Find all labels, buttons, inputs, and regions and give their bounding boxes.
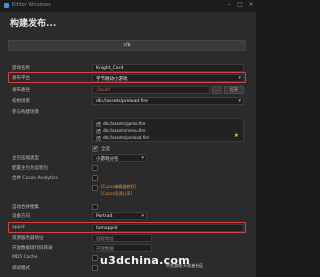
scene-checkbox[interactable] xyxy=(96,128,101,134)
scene-list: db://assets/game.fire db://assets/menu.f… xyxy=(92,118,244,142)
field-included-scenes: 参与构建场景 xyxy=(12,110,39,115)
compression-type-select[interactable]: 小游戏分包 ▾ xyxy=(92,154,147,162)
links-checkbox[interactable] xyxy=(92,185,98,191)
remote-server-input[interactable]: 远程地址 xyxy=(92,234,152,242)
field-game-name: 游戏名称 Knight_Card xyxy=(12,64,244,72)
start-scene-select[interactable]: db://assets/preload.fire ▾ xyxy=(92,97,244,105)
watermark-subtitle: 中文游戏·开发者社区 xyxy=(166,263,204,268)
tab-cfb[interactable]: cfb xyxy=(9,43,245,48)
field-remote-server: 资源服务器地址 远程地址 xyxy=(12,234,244,242)
build-path-input[interactable]: ./build xyxy=(92,86,210,94)
page-title: 构建发布... xyxy=(10,19,57,29)
watermark: u3dchina.com 中文游戏·开发者社区 xyxy=(0,250,256,277)
field-appid: appid tomappid xyxy=(12,224,244,232)
platform-tab-bar: cfb xyxy=(8,40,246,51)
field-remote-package: 配置主包为远程包 xyxy=(12,164,244,172)
orientation-select[interactable]: Portrait ▾ xyxy=(92,212,147,220)
select-all-checkbox[interactable] xyxy=(92,145,98,152)
link-tutorial[interactable]: [Cocos编辑器教程] xyxy=(101,184,136,190)
open-button[interactable]: 打开 xyxy=(224,86,244,94)
dropdown-caret-icon: ▾ xyxy=(141,213,144,219)
maximize-icon[interactable]: □ xyxy=(236,1,244,9)
star-icon: ★ xyxy=(233,132,239,139)
field-compression-type: 主包压缩类型 小游戏分包 ▾ xyxy=(12,154,244,162)
appid-input[interactable]: tomappid xyxy=(92,224,244,232)
dropdown-caret-icon: ▾ xyxy=(238,98,241,104)
field-cocos-analytics: 合并 Cocos Analytics xyxy=(12,174,244,182)
close-icon[interactable]: × xyxy=(247,1,255,9)
select-all-row: 全选 xyxy=(12,145,244,153)
links-row: [Cocos编辑器教程] [Cocos资源分享] xyxy=(12,184,244,200)
field-build-path: 发布路径 ./build ... 打开 xyxy=(12,86,244,94)
window-title: Editor Windows xyxy=(12,2,51,8)
field-auto-atlas: 自动合并图集 xyxy=(12,203,244,211)
field-orientation: 设备方向 Portrait ▾ xyxy=(12,212,244,220)
link-resources[interactable]: [Cocos资源分享] xyxy=(101,191,132,197)
app-icon xyxy=(4,3,9,8)
dropdown-caret-icon: ▾ xyxy=(238,75,241,81)
platform-select[interactable]: 字节跳动小游戏 ▾ xyxy=(92,74,244,82)
title-bar: Editor Windows – □ × xyxy=(0,0,256,12)
remote-package-checkbox[interactable] xyxy=(92,165,98,171)
scene-checkbox[interactable] xyxy=(96,121,101,127)
cocos-analytics-checkbox[interactable] xyxy=(92,175,98,181)
field-start-scene: 初始场景 db://assets/preload.fire ▾ xyxy=(12,97,244,105)
minimize-icon[interactable]: – xyxy=(225,1,233,9)
browse-button[interactable]: ... xyxy=(212,86,222,94)
field-platform: 发布平台 字节跳动小游戏 ▾ xyxy=(12,74,244,82)
auto-atlas-checkbox[interactable] xyxy=(92,204,98,210)
game-name-input[interactable]: Knight_Card xyxy=(92,64,244,72)
scene-checkbox[interactable] xyxy=(96,135,101,141)
dropdown-caret-icon: ▾ xyxy=(141,155,144,161)
